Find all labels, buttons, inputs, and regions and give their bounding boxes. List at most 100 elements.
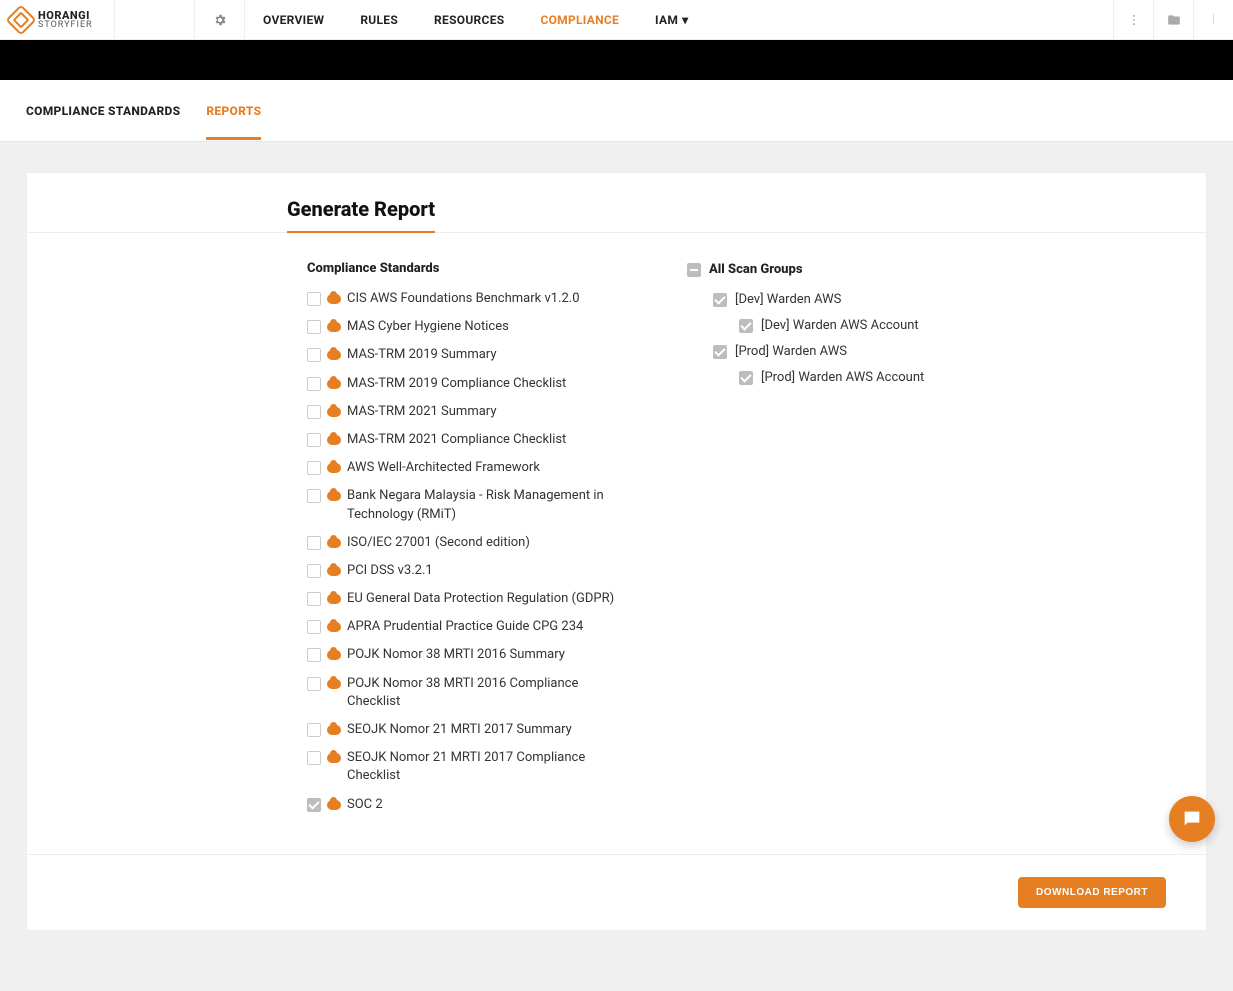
generate-report-title: Generate Report bbox=[287, 197, 435, 233]
sub-tab-compliance-standards[interactable]: COMPLIANCE STANDARDS bbox=[26, 82, 180, 140]
banner-strip bbox=[0, 40, 1233, 80]
chat-icon bbox=[1181, 808, 1203, 830]
standard-checkbox[interactable] bbox=[307, 677, 321, 691]
standard-row: SOC 2 bbox=[307, 796, 627, 814]
standard-checkbox[interactable] bbox=[307, 461, 321, 475]
standard-checkbox[interactable] bbox=[307, 405, 321, 419]
standard-checkbox[interactable] bbox=[307, 564, 321, 578]
nav-item-label: RULES bbox=[360, 13, 398, 27]
nav-item-resources[interactable]: RESOURCES bbox=[416, 0, 522, 39]
logo-area[interactable]: HORANGI STORYFIER bbox=[0, 0, 115, 39]
logo-text: HORANGI STORYFIER bbox=[38, 10, 93, 30]
standard-label: SEOJK Nomor 21 MRTI 2017 Summary bbox=[347, 721, 572, 739]
standard-label: Bank Negara Malaysia - Risk Management i… bbox=[347, 487, 627, 523]
standard-row: SEOJK Nomor 21 MRTI 2017 Summary bbox=[307, 721, 627, 739]
standard-row: MAS Cyber Hygiene Notices bbox=[307, 318, 627, 336]
scan-group-checkbox[interactable] bbox=[739, 319, 753, 333]
standard-label: PCI DSS v3.2.1 bbox=[347, 562, 433, 580]
folder-button[interactable] bbox=[1153, 0, 1193, 39]
standard-checkbox[interactable] bbox=[307, 536, 321, 550]
standard-row: PCI DSS v3.2.1 bbox=[307, 562, 627, 580]
cloud-icon bbox=[327, 566, 341, 576]
nav-item-overview[interactable]: OVERVIEW bbox=[245, 0, 342, 39]
standard-checkbox[interactable] bbox=[307, 348, 321, 362]
standard-label: EU General Data Protection Regulation (G… bbox=[347, 590, 614, 608]
logo-sub: STORYFIER bbox=[38, 21, 93, 30]
nav-item-rules[interactable]: RULES bbox=[342, 0, 416, 39]
standard-checkbox[interactable] bbox=[307, 433, 321, 447]
scan-group-label: [Dev] Warden AWS bbox=[735, 292, 841, 307]
standard-row: POJK Nomor 38 MRTI 2016 Summary bbox=[307, 646, 627, 664]
report-card: Generate Report Compliance Standards CIS… bbox=[26, 172, 1207, 931]
standard-row: ISO/IEC 27001 (Second edition) bbox=[307, 534, 627, 552]
standard-checkbox[interactable] bbox=[307, 751, 321, 765]
page-wrap: Generate Report Compliance Standards CIS… bbox=[0, 142, 1233, 991]
cloud-icon bbox=[327, 650, 341, 660]
sub-tab-reports[interactable]: REPORTS bbox=[206, 82, 261, 140]
cloud-icon bbox=[327, 463, 341, 473]
standards-list: CIS AWS Foundations Benchmark v1.2.0 MAS … bbox=[307, 290, 627, 814]
cloud-icon bbox=[327, 491, 341, 501]
standard-checkbox[interactable] bbox=[307, 723, 321, 737]
standard-checkbox[interactable] bbox=[307, 292, 321, 306]
nav-item-iam[interactable]: IAM▾ bbox=[637, 0, 706, 39]
standard-label: CIS AWS Foundations Benchmark v1.2.0 bbox=[347, 290, 580, 308]
standard-label: APRA Prudential Practice Guide CPG 234 bbox=[347, 618, 583, 636]
more-vertical-icon bbox=[1127, 13, 1141, 27]
more-button[interactable] bbox=[1113, 0, 1153, 39]
all-scan-groups-checkbox[interactable] bbox=[687, 263, 701, 277]
standard-row: MAS-TRM 2021 Summary bbox=[307, 403, 627, 421]
chat-fab[interactable] bbox=[1169, 796, 1215, 842]
standard-row: MAS-TRM 2021 Compliance Checklist bbox=[307, 431, 627, 449]
standard-label: AWS Well-Architected Framework bbox=[347, 459, 540, 477]
nav-item-compliance[interactable]: COMPLIANCE bbox=[522, 0, 637, 39]
nav-spacer-2 bbox=[706, 0, 1113, 39]
scan-group-checkbox[interactable] bbox=[713, 345, 727, 359]
cloud-icon bbox=[327, 294, 341, 304]
sub-tabs: COMPLIANCE STANDARDS REPORTS bbox=[0, 80, 1233, 142]
scan-group-row: [Dev] Warden AWS Account bbox=[687, 317, 1166, 333]
standard-checkbox[interactable] bbox=[307, 798, 321, 812]
card-header: Generate Report bbox=[27, 173, 1206, 233]
standard-row: Bank Negara Malaysia - Risk Management i… bbox=[307, 487, 627, 523]
scan-groups-title: All Scan Groups bbox=[709, 262, 803, 277]
standards-column: Compliance Standards CIS AWS Foundations… bbox=[307, 261, 627, 814]
nav-item-label: OVERVIEW bbox=[263, 13, 324, 27]
standard-checkbox[interactable] bbox=[307, 620, 321, 634]
standard-row: MAS-TRM 2019 Summary bbox=[307, 346, 627, 364]
scan-group-checkbox[interactable] bbox=[739, 371, 753, 385]
cloud-icon bbox=[327, 725, 341, 735]
standard-row: EU General Data Protection Regulation (G… bbox=[307, 590, 627, 608]
standard-label: POJK Nomor 38 MRTI 2016 Compliance Check… bbox=[347, 675, 627, 711]
nav-item-label: IAM bbox=[655, 13, 678, 27]
standard-label: POJK Nomor 38 MRTI 2016 Summary bbox=[347, 646, 565, 664]
standard-checkbox[interactable] bbox=[307, 592, 321, 606]
scan-group-checkbox[interactable] bbox=[713, 293, 727, 307]
standard-label: MAS-TRM 2021 Compliance Checklist bbox=[347, 431, 566, 449]
cloud-icon bbox=[327, 379, 341, 389]
gear-icon bbox=[213, 13, 227, 27]
standard-checkbox[interactable] bbox=[307, 489, 321, 503]
standard-checkbox[interactable] bbox=[307, 377, 321, 391]
cloud-icon bbox=[327, 435, 341, 445]
nav-items: OVERVIEW RULES RESOURCES COMPLIANCE IAM▾ bbox=[245, 0, 706, 39]
cloud-icon bbox=[327, 538, 341, 548]
logo-icon bbox=[5, 4, 36, 35]
download-report-button[interactable]: DOWNLOAD REPORT bbox=[1018, 877, 1166, 908]
folder-icon bbox=[1167, 13, 1181, 27]
scan-group-row: [Prod] Warden AWS bbox=[687, 343, 1166, 359]
cloud-icon bbox=[327, 407, 341, 417]
standard-row: SEOJK Nomor 21 MRTI 2017 Compliance Chec… bbox=[307, 749, 627, 785]
nav-item-label: COMPLIANCE bbox=[540, 13, 619, 27]
card-body: Compliance Standards CIS AWS Foundations… bbox=[27, 233, 1206, 854]
standard-checkbox[interactable] bbox=[307, 320, 321, 334]
nav-item-label: RESOURCES bbox=[434, 13, 504, 27]
cloud-icon bbox=[327, 753, 341, 763]
settings-button[interactable] bbox=[195, 0, 245, 39]
standard-label: SEOJK Nomor 21 MRTI 2017 Compliance Chec… bbox=[347, 749, 627, 785]
scan-group-label: [Prod] Warden AWS bbox=[735, 344, 847, 359]
scan-group-row: [Prod] Warden AWS Account bbox=[687, 369, 1166, 385]
standard-label: MAS-TRM 2019 Compliance Checklist bbox=[347, 375, 566, 393]
standard-row: AWS Well-Architected Framework bbox=[307, 459, 627, 477]
standard-checkbox[interactable] bbox=[307, 648, 321, 662]
